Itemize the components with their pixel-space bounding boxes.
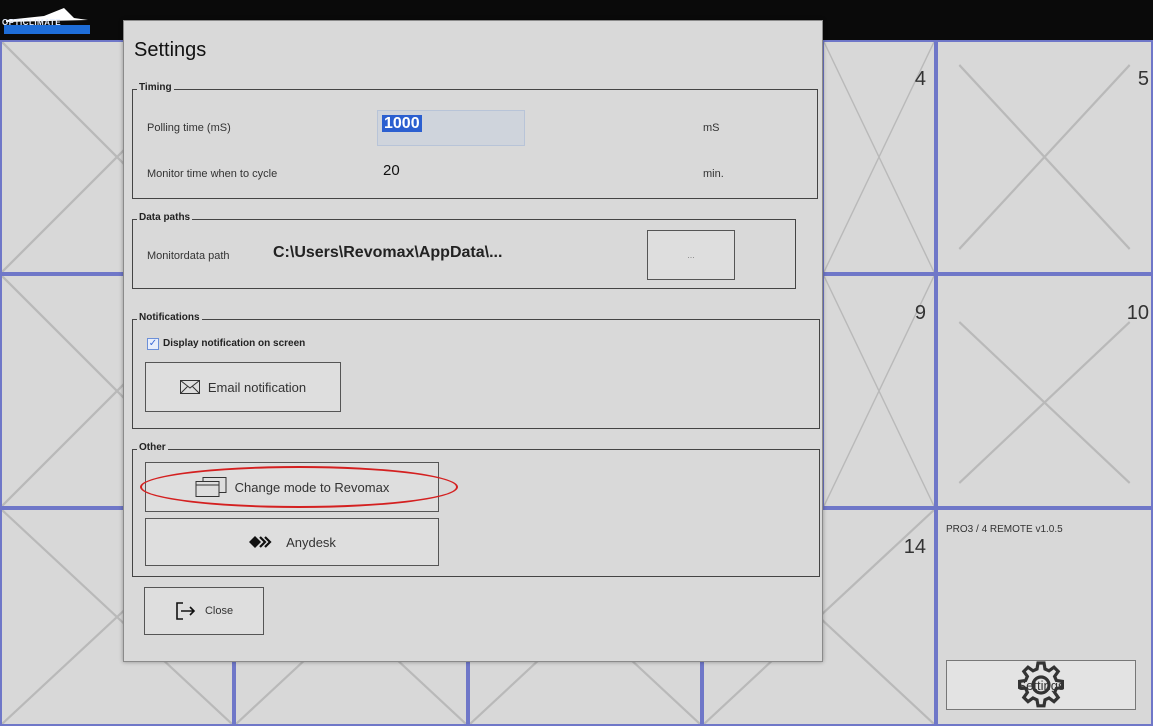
- exit-icon: [176, 602, 196, 620]
- app-logo-text: OPTICLIMATE: [2, 18, 62, 27]
- close-button[interactable]: Close: [144, 587, 264, 635]
- timing-group-label: Timing: [137, 82, 174, 93]
- anydesk-icon: [249, 536, 272, 548]
- tile-9[interactable]: 9: [822, 274, 936, 508]
- settings-button[interactable]: Settings: [946, 660, 1136, 710]
- browse-path-button[interactable]: ...: [647, 230, 735, 280]
- envelope-icon: [179, 380, 200, 394]
- tile-number: 9: [914, 302, 926, 324]
- windows-icon: [195, 477, 227, 497]
- polling-time-value: 1000: [382, 115, 422, 132]
- anydesk-button[interactable]: Anydesk: [145, 518, 439, 566]
- data-paths-group: Data paths Monitordata path C:\Users\Rev…: [132, 212, 796, 289]
- anydesk-label: Anydesk: [286, 534, 336, 550]
- polling-time-unit: mS: [703, 122, 720, 134]
- tile-number: 10: [1126, 302, 1149, 324]
- close-button-label: Close: [204, 605, 234, 617]
- data-paths-group-label: Data paths: [137, 212, 193, 223]
- tile-5[interactable]: 5: [936, 40, 1153, 274]
- remote-version-label: PRO3 / 4 REMOTE v1.0.5: [946, 524, 1063, 535]
- dialog-title: Settings: [134, 39, 207, 61]
- tile-number: 4: [914, 68, 926, 90]
- tile-number: 14: [903, 536, 926, 558]
- notifications-group-label: Notifications: [137, 312, 202, 323]
- remote-panel: PRO3 / 4 REMOTE v1.0.5 Settings: [936, 508, 1153, 726]
- timing-group: Timing Polling time (mS) 1000 mS Monitor…: [132, 82, 818, 199]
- polling-time-label: Polling time (mS): [147, 122, 231, 134]
- email-notification-label: Email notification: [207, 379, 307, 395]
- monitor-time-label: Monitor time when to cycle: [147, 168, 278, 180]
- monitordata-path-label: Monitordata path: [147, 250, 230, 262]
- notifications-group: Notifications ✓ Display notification on …: [132, 312, 820, 429]
- change-mode-button[interactable]: Change mode to Revomax: [145, 462, 439, 512]
- tile-number: 5: [1137, 68, 1149, 90]
- display-notification-label: Display notification on screen: [163, 338, 306, 349]
- display-notification-checkbox[interactable]: ✓: [147, 338, 159, 350]
- tile-10[interactable]: 10: [936, 274, 1153, 508]
- gear-icon: [1018, 661, 1064, 708]
- polling-time-input[interactable]: 1000: [377, 110, 525, 146]
- monitordata-path-value: C:\Users\Revomax\AppData\...: [273, 244, 503, 261]
- settings-dialog: Settings Timing Polling time (mS) 1000 m…: [123, 20, 823, 662]
- monitor-time-value[interactable]: 20: [383, 162, 400, 179]
- email-notification-button[interactable]: Email notification: [145, 362, 341, 412]
- monitor-time-unit: min.: [703, 168, 724, 180]
- browse-path-button-label: ...: [687, 250, 695, 260]
- other-group-label: Other: [137, 442, 168, 453]
- tile-4[interactable]: 4: [822, 40, 936, 274]
- change-mode-label: Change mode to Revomax: [234, 479, 390, 495]
- other-group: Other Change mode to Revomax Anydesk: [132, 442, 820, 577]
